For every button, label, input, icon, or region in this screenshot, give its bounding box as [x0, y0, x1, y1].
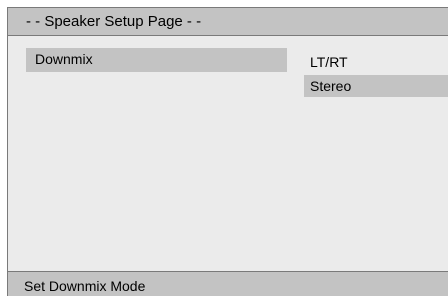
status-bar: Set Downmix Mode — [8, 271, 448, 296]
title-bar: - - Speaker Setup Page - - — [8, 8, 448, 36]
menu-item-label: Downmix — [35, 51, 93, 67]
option-label: LT/RT — [310, 54, 348, 70]
option-lt-rt[interactable]: LT/RT — [304, 51, 448, 73]
option-label: Stereo — [310, 78, 352, 94]
menu-item-downmix[interactable]: Downmix — [26, 48, 287, 72]
option-stereo[interactable]: Stereo — [304, 75, 448, 97]
page-title: - - Speaker Setup Page - - — [26, 13, 202, 30]
status-text: Set Downmix Mode — [24, 278, 146, 294]
speaker-setup-panel: - - Speaker Setup Page - - Downmix LT/RT… — [7, 7, 448, 296]
